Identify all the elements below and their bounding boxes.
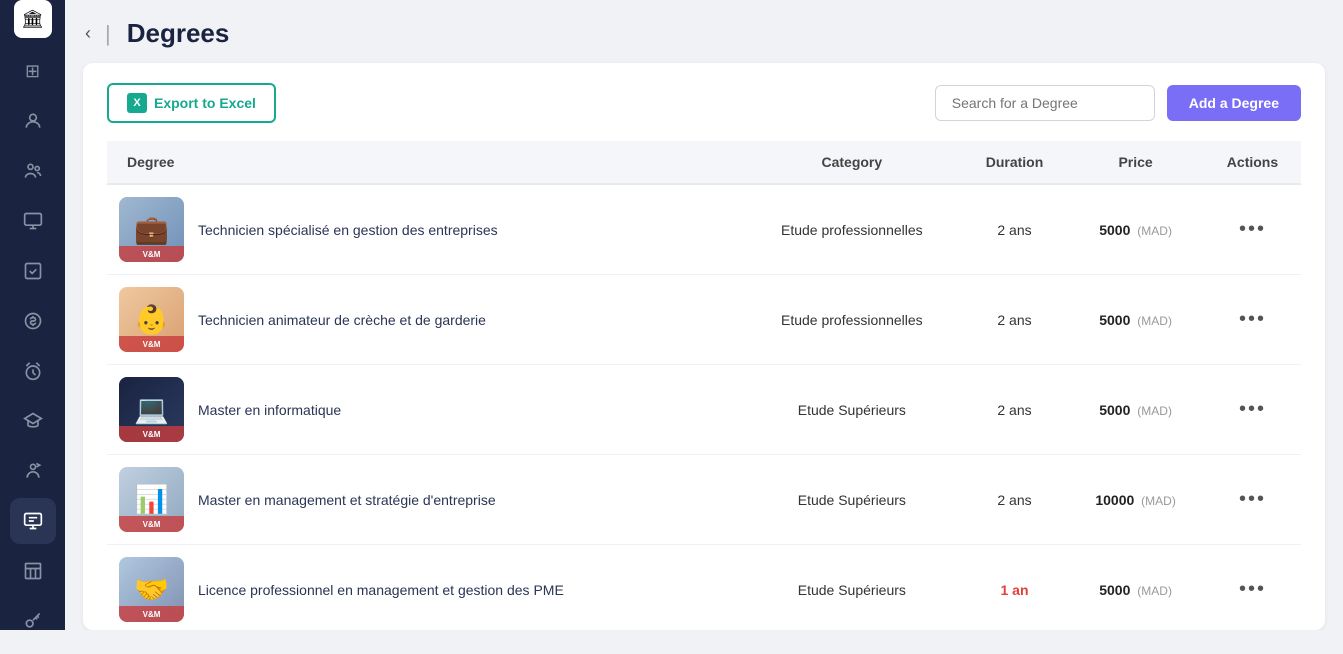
category-cell-0: Etude professionnelles — [742, 184, 962, 275]
sidebar-item-checklist[interactable] — [10, 248, 56, 294]
price-cell-2: 5000 (MAD) — [1067, 365, 1204, 455]
table-header: Degree Category Duration Price Actions — [107, 141, 1301, 184]
actions-cell-3: ••• — [1204, 455, 1301, 545]
degree-cell-0: 💼 V&M Technicien spécialisé en gestion d… — [107, 184, 742, 275]
add-degree-button[interactable]: Add a Degree — [1167, 85, 1301, 121]
table-row: 🤝 V&M Licence professionnel en managemen… — [107, 545, 1301, 631]
excel-icon: X — [127, 93, 147, 113]
export-button[interactable]: X Export to Excel — [107, 83, 276, 123]
table-header-row: Degree Category Duration Price Actions — [107, 141, 1301, 184]
actions-cell-4: ••• — [1204, 545, 1301, 631]
actions-button-0[interactable]: ••• — [1233, 216, 1272, 243]
price-unit-1: (MAD) — [1137, 314, 1172, 328]
price-value-2: 5000 — [1099, 402, 1130, 418]
toolbar: X Export to Excel Add a Degree — [107, 83, 1301, 123]
actions-button-1[interactable]: ••• — [1233, 306, 1272, 333]
content-area: X Export to Excel Add a Degree Degree Ca… — [83, 63, 1325, 630]
duration-cell-1: 2 ans — [962, 275, 1067, 365]
duration-cell-4: 1 an — [962, 545, 1067, 631]
category-cell-2: Etude Supérieurs — [742, 365, 962, 455]
page-header: ‹ | Degrees — [65, 0, 1343, 63]
table-body: 💼 V&M Technicien spécialisé en gestion d… — [107, 184, 1301, 630]
price-cell-3: 10000 (MAD) — [1067, 455, 1204, 545]
col-degree: Degree — [107, 141, 742, 184]
search-input[interactable] — [935, 85, 1155, 121]
degree-name-3: Master en management et stratégie d'entr… — [198, 492, 496, 508]
degree-name-4: Licence professionnel en management et g… — [198, 582, 564, 598]
category-cell-4: Etude Supérieurs — [742, 545, 962, 631]
sidebar-item-timer[interactable] — [10, 348, 56, 394]
actions-cell-1: ••• — [1204, 275, 1301, 365]
col-price: Price — [1067, 141, 1204, 184]
duration-cell-0: 2 ans — [962, 184, 1067, 275]
degree-thumb-1: 👶 V&M — [119, 287, 184, 352]
table-row: 📊 V&M Master en management et stratégie … — [107, 455, 1301, 545]
col-actions: Actions — [1204, 141, 1301, 184]
toolbar-right: Add a Degree — [935, 85, 1301, 121]
degree-thumb-0: 💼 V&M — [119, 197, 184, 262]
sidebar-logo: 🏛 — [0, 0, 65, 38]
table-row: 💼 V&M Technicien spécialisé en gestion d… — [107, 184, 1301, 275]
price-cell-4: 5000 (MAD) — [1067, 545, 1204, 631]
thumb-overlay-1: V&M — [119, 336, 184, 352]
degree-name-2: Master en informatique — [198, 402, 341, 418]
degree-thumb-4: 🤝 V&M — [119, 557, 184, 622]
sidebar-item-graduation[interactable] — [10, 398, 56, 444]
sidebar-nav: ⊞ — [10, 38, 56, 654]
sidebar: 🏛 ⊞ — [0, 0, 65, 630]
duration-cell-2: 2 ans — [962, 365, 1067, 455]
price-unit-2: (MAD) — [1137, 404, 1172, 418]
table-row: 💻 V&M Master en informatique Etude Supér… — [107, 365, 1301, 455]
sidebar-item-dashboard[interactable]: ⊞ — [10, 48, 56, 94]
back-button[interactable]: ‹ — [85, 23, 91, 44]
price-value-0: 5000 — [1099, 222, 1130, 238]
sidebar-item-person-grad[interactable] — [10, 448, 56, 494]
sidebar-item-key[interactable] — [10, 598, 56, 644]
col-duration: Duration — [962, 141, 1067, 184]
degree-cell-3: 📊 V&M Master en management et stratégie … — [107, 455, 742, 545]
degrees-table: Degree Category Duration Price Actions 💼… — [107, 141, 1301, 630]
degree-name-1: Technicien animateur de crèche et de gar… — [198, 312, 486, 328]
sidebar-item-students[interactable] — [10, 148, 56, 194]
price-unit-3: (MAD) — [1141, 494, 1176, 508]
logo-icon[interactable]: 🏛 — [14, 0, 52, 38]
sidebar-item-building[interactable] — [10, 548, 56, 594]
degree-thumb-3: 📊 V&M — [119, 467, 184, 532]
price-value-3: 10000 — [1095, 492, 1134, 508]
actions-button-3[interactable]: ••• — [1233, 486, 1272, 513]
price-cell-0: 5000 (MAD) — [1067, 184, 1204, 275]
thumb-overlay-2: V&M — [119, 426, 184, 442]
table-row: 👶 V&M Technicien animateur de crèche et … — [107, 275, 1301, 365]
degree-name-0: Technicien spécialisé en gestion des ent… — [198, 222, 498, 238]
thumb-overlay-4: V&M — [119, 606, 184, 622]
price-value-1: 5000 — [1099, 312, 1130, 328]
actions-button-2[interactable]: ••• — [1233, 396, 1272, 423]
header-divider: | — [105, 21, 111, 47]
degrees-table-wrap: Degree Category Duration Price Actions 💼… — [107, 141, 1301, 630]
sidebar-item-certificate[interactable] — [10, 498, 56, 544]
sidebar-item-finance[interactable] — [10, 298, 56, 344]
degree-cell-4: 🤝 V&M Licence professionnel en managemen… — [107, 545, 742, 631]
price-cell-1: 5000 (MAD) — [1067, 275, 1204, 365]
page-title: Degrees — [127, 18, 230, 49]
degree-thumb-2: 💻 V&M — [119, 377, 184, 442]
duration-cell-3: 2 ans — [962, 455, 1067, 545]
price-unit-0: (MAD) — [1137, 224, 1172, 238]
sidebar-item-monitor[interactable] — [10, 198, 56, 244]
price-unit-4: (MAD) — [1137, 584, 1172, 598]
sidebar-item-users-group[interactable] — [10, 98, 56, 144]
category-cell-3: Etude Supérieurs — [742, 455, 962, 545]
degree-cell-1: 👶 V&M Technicien animateur de crèche et … — [107, 275, 742, 365]
actions-button-4[interactable]: ••• — [1233, 576, 1272, 603]
actions-cell-0: ••• — [1204, 184, 1301, 275]
export-label: Export to Excel — [154, 95, 256, 111]
main-area: ‹ | Degrees X Export to Excel Add a Degr… — [65, 0, 1343, 630]
thumb-overlay-3: V&M — [119, 516, 184, 532]
degree-cell-2: 💻 V&M Master en informatique — [107, 365, 742, 455]
col-category: Category — [742, 141, 962, 184]
actions-cell-2: ••• — [1204, 365, 1301, 455]
price-value-4: 5000 — [1099, 582, 1130, 598]
thumb-overlay-0: V&M — [119, 246, 184, 262]
category-cell-1: Etude professionnelles — [742, 275, 962, 365]
